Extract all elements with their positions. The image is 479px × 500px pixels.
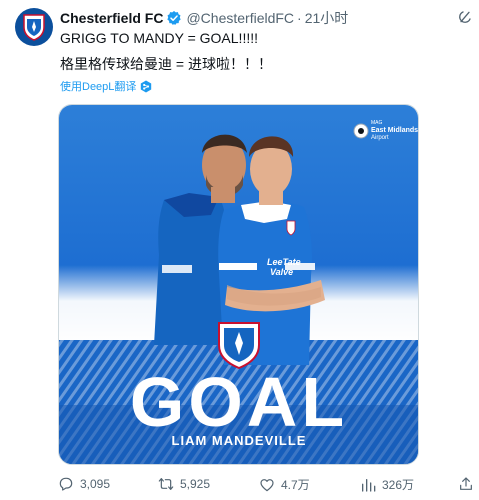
tweet-text-line-2: 格里格传球给曼迪 = 进球啦！！！ bbox=[60, 56, 272, 72]
views-button[interactable]: 326万 bbox=[360, 476, 414, 493]
separator-dot: · bbox=[297, 10, 302, 26]
tweet-header: Chesterfield FC @ChesterfieldFC · 21小时 bbox=[60, 8, 449, 28]
share-icon bbox=[460, 477, 472, 490]
verified-badge-icon bbox=[166, 10, 182, 26]
svg-text:East Midlands: East Midlands bbox=[371, 127, 418, 134]
tweet-media-image[interactable]: MAG East Midlands Airport LeeTate Valve bbox=[58, 104, 419, 465]
like-button[interactable]: 4.7万 bbox=[259, 476, 310, 493]
tweet-action-bar: 3,095 5,925 4.7万 326万 bbox=[58, 476, 479, 496]
goal-graphic: MAG East Midlands Airport LeeTate Valve bbox=[59, 105, 418, 464]
author-handle[interactable]: @ChesterfieldFC bbox=[186, 10, 294, 26]
retweet-icon bbox=[158, 478, 174, 490]
like-icon bbox=[260, 478, 274, 491]
grok-icon[interactable] bbox=[457, 9, 473, 25]
translate-label: 使用DeepL翻译 bbox=[60, 81, 137, 93]
svg-text:LeeTate: LeeTate bbox=[267, 257, 301, 267]
svg-text:Valve: Valve bbox=[270, 267, 293, 277]
translate-link[interactable]: 使用DeepL翻译 bbox=[60, 78, 152, 94]
author-name[interactable]: Chesterfield FC bbox=[60, 10, 163, 26]
chesterfield-crest-icon bbox=[23, 14, 45, 41]
deepl-icon bbox=[141, 80, 152, 92]
svg-text:Airport: Airport bbox=[371, 135, 389, 141]
reply-icon bbox=[59, 477, 73, 491]
reply-count: 3,095 bbox=[80, 477, 111, 491]
retweet-count: 5,925 bbox=[180, 477, 211, 491]
player-name-caption: LIAM MANDEVILLE bbox=[172, 433, 307, 448]
like-count: 4.7万 bbox=[281, 478, 310, 492]
views-icon bbox=[362, 478, 376, 492]
retweet-button[interactable]: 5,925 bbox=[158, 476, 210, 492]
goal-headline: GOAL bbox=[130, 363, 348, 441]
tweet-text-line-1: GRIGG TO MANDY = GOAL!!!!! bbox=[60, 30, 258, 46]
reply-button[interactable]: 3,095 bbox=[58, 476, 110, 492]
avatar[interactable] bbox=[15, 8, 53, 46]
tweet-timestamp[interactable]: 21小时 bbox=[305, 8, 349, 28]
svg-text:MAG: MAG bbox=[371, 120, 383, 126]
views-count: 326万 bbox=[382, 478, 415, 492]
share-button[interactable] bbox=[458, 476, 479, 492]
